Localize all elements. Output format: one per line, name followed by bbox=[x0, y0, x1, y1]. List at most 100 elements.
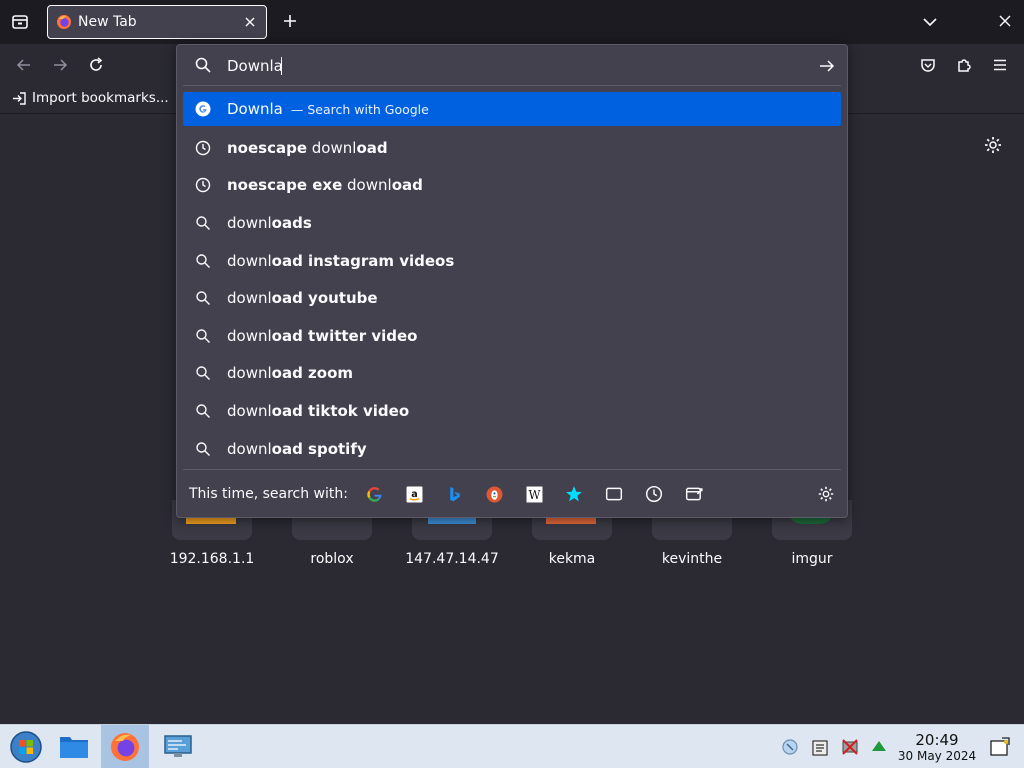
hamburger-menu-icon bbox=[994, 59, 1006, 71]
plus-icon bbox=[284, 15, 296, 27]
back-button[interactable] bbox=[12, 53, 36, 77]
tab-strip: New Tab bbox=[0, 0, 1024, 44]
start-button[interactable] bbox=[2, 725, 50, 768]
result-action: — Search with Google bbox=[290, 101, 429, 117]
tray-clipboard-icon[interactable] bbox=[810, 737, 830, 757]
text-caret bbox=[281, 57, 282, 75]
url-input[interactable] bbox=[227, 55, 787, 77]
result-suggestion[interactable]: downl oad instagram videos bbox=[183, 242, 841, 280]
tab-title: New Tab bbox=[78, 14, 137, 30]
result-text: downl bbox=[227, 401, 272, 420]
result-suggestion[interactable]: downl oads bbox=[183, 204, 841, 242]
result-text: Downla bbox=[227, 100, 283, 118]
show-desktop-icon[interactable] bbox=[988, 735, 1012, 759]
tray-satellite-icon[interactable] bbox=[780, 737, 800, 757]
window-close-button[interactable] bbox=[996, 12, 1016, 32]
app-menu-button[interactable] bbox=[988, 53, 1012, 77]
topsite-label: 147.47.14.47 bbox=[405, 551, 499, 567]
result-search-with-google[interactable]: Downla — Search with Google bbox=[183, 92, 841, 126]
taskbar-file-manager[interactable] bbox=[50, 725, 98, 768]
close-icon bbox=[245, 17, 255, 27]
chevron-down-icon bbox=[923, 18, 937, 27]
duckduckgo-icon[interactable] bbox=[485, 485, 503, 503]
urlbar-results: Downla — Search with Google noescape dow… bbox=[183, 92, 841, 467]
one-off-label: This time, search with: bbox=[189, 486, 348, 502]
result-text: downl bbox=[227, 364, 272, 383]
topsite-label: 192.168.1.1 bbox=[169, 551, 255, 567]
tabs-icon[interactable] bbox=[605, 485, 623, 503]
reload-icon bbox=[90, 57, 103, 71]
arrow-right-icon bbox=[54, 59, 68, 71]
extensions-button[interactable] bbox=[952, 53, 976, 77]
monitor-icon bbox=[164, 735, 192, 757]
actions-icon[interactable] bbox=[685, 485, 703, 503]
result-text-bold: oad zoom bbox=[271, 364, 354, 383]
import-bookmarks-button[interactable]: Import bookmarks... bbox=[12, 90, 169, 106]
gear-icon bbox=[818, 486, 834, 502]
new-tab-button[interactable] bbox=[280, 11, 300, 31]
svg-text:W: W bbox=[528, 487, 540, 501]
result-text-bold: oad youtube bbox=[271, 289, 378, 308]
tray-network-disconnected-icon[interactable] bbox=[840, 737, 860, 757]
reload-button[interactable] bbox=[84, 53, 108, 77]
start-orb-icon bbox=[10, 731, 42, 763]
search-icon bbox=[195, 215, 211, 231]
taskbar-clock[interactable]: 20:49 30 May 2024 bbox=[896, 732, 978, 764]
urlbar-popup: Downla — Search with Google noescape dow… bbox=[176, 44, 848, 518]
tab-new-tab[interactable]: New Tab bbox=[47, 5, 267, 39]
pocket-button[interactable] bbox=[916, 53, 940, 77]
result-text: downl bbox=[227, 326, 272, 345]
result-text-bold: oad tiktok video bbox=[271, 401, 410, 420]
result-suggestion[interactable]: downl oad spotify bbox=[183, 430, 841, 468]
search-icon bbox=[195, 403, 211, 419]
firefox-view-button[interactable] bbox=[8, 10, 32, 34]
history-icon[interactable] bbox=[645, 485, 663, 503]
arrow-right-icon bbox=[820, 60, 835, 72]
result-suggestion[interactable]: downl oad youtube bbox=[183, 279, 841, 317]
search-settings-button[interactable] bbox=[817, 485, 835, 503]
tray-update-icon[interactable] bbox=[869, 737, 889, 757]
forward-button[interactable] bbox=[48, 53, 72, 77]
result-text-bold: oads bbox=[271, 213, 312, 232]
result-suggestion[interactable]: downl oad zoom bbox=[183, 355, 841, 393]
result-text-bold: oad spotify bbox=[271, 439, 367, 458]
puzzle-icon bbox=[958, 59, 971, 72]
search-icon bbox=[195, 441, 211, 457]
result-text: downl bbox=[227, 251, 272, 270]
list-all-tabs-button[interactable] bbox=[920, 12, 940, 32]
result-history[interactable]: noescape downl oad bbox=[183, 129, 841, 167]
topsite-label: kekma bbox=[548, 551, 596, 567]
firefox-view-icon bbox=[12, 15, 28, 29]
go-button[interactable] bbox=[817, 56, 837, 76]
urlbar-input-row bbox=[177, 45, 847, 85]
result-suggestion[interactable]: downl oad tiktok video bbox=[183, 392, 841, 430]
result-text: downl bbox=[227, 439, 272, 458]
personalize-button[interactable] bbox=[983, 135, 1003, 155]
topsite-label: kevinthe bbox=[661, 551, 723, 567]
result-text-bold: oad twitter video bbox=[271, 326, 418, 345]
firefox-logo-icon bbox=[57, 15, 71, 29]
bing-icon[interactable] bbox=[445, 485, 463, 503]
one-off-search-bar: This time, search with: a W bbox=[177, 470, 847, 518]
result-text-bold: oad bbox=[391, 176, 423, 195]
search-icon bbox=[195, 253, 211, 269]
svg-text:a: a bbox=[411, 489, 417, 500]
gear-icon bbox=[985, 137, 1001, 153]
clock-icon bbox=[195, 140, 211, 156]
wikipedia-icon[interactable]: W bbox=[525, 485, 543, 503]
tab-close-button[interactable] bbox=[242, 14, 258, 30]
bookmarks-star-icon[interactable] bbox=[565, 485, 583, 503]
clock-icon bbox=[195, 177, 211, 193]
import-bookmarks-label: Import bookmarks... bbox=[32, 90, 169, 106]
search-icon bbox=[195, 57, 211, 73]
result-history[interactable]: noescape exe downl oad bbox=[183, 167, 841, 205]
close-icon bbox=[999, 15, 1011, 27]
taskbar-firefox[interactable] bbox=[101, 725, 149, 768]
taskbar-system-monitor[interactable] bbox=[154, 725, 202, 768]
google-icon[interactable] bbox=[365, 485, 383, 503]
folder-icon bbox=[60, 737, 88, 758]
arrow-left-icon bbox=[16, 59, 30, 71]
result-suggestion[interactable]: downl oad twitter video bbox=[183, 317, 841, 355]
amazon-icon[interactable]: a bbox=[405, 485, 423, 503]
result-text-bold: oad bbox=[356, 138, 388, 157]
